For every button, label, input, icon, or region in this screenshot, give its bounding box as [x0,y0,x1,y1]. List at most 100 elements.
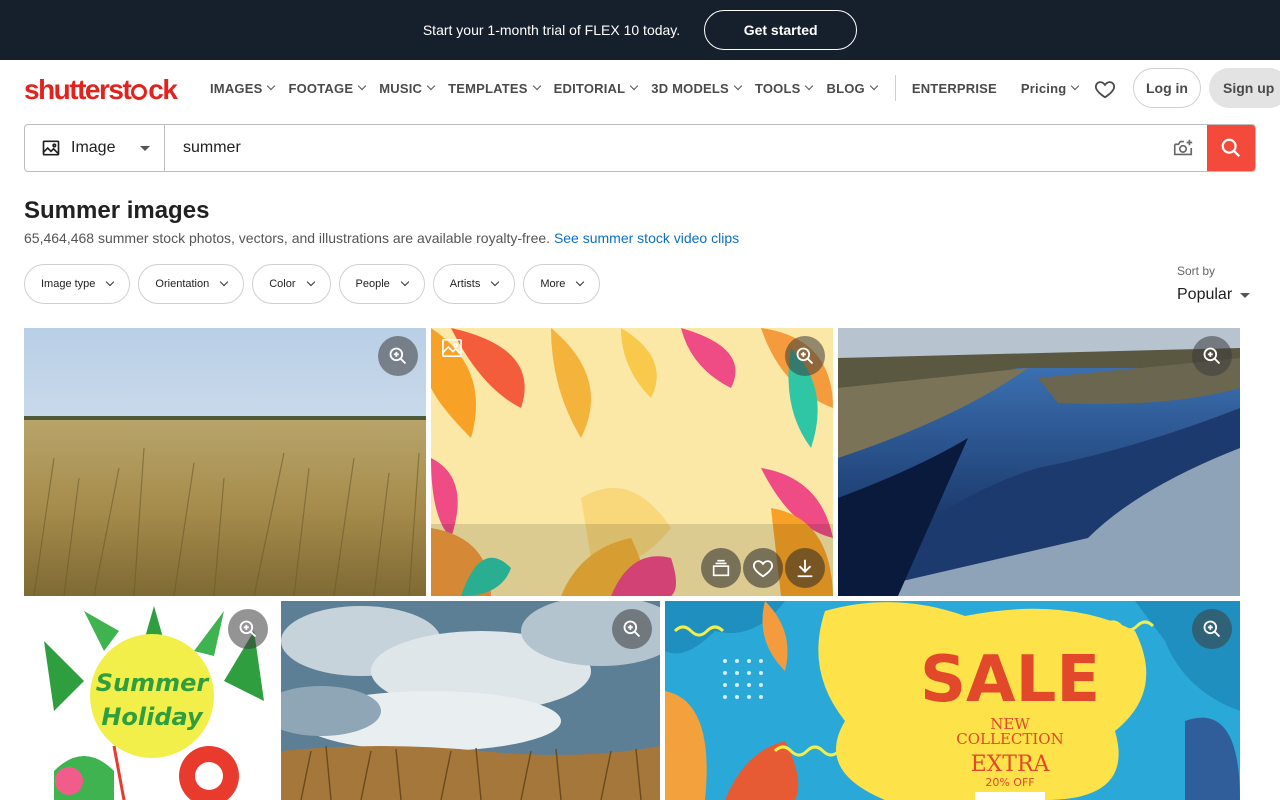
zoom-in-icon [239,620,257,638]
nav-editorial[interactable]: EDITORIAL [553,80,639,96]
filter-label: Image type [41,278,96,290]
login-button[interactable]: Log in [1133,68,1201,108]
svg-text:Holiday: Holiday [101,703,204,731]
search-type-dropdown[interactable]: Image [25,125,165,171]
image-result[interactable] [24,328,426,596]
nav-label: 3D MODELS [651,80,729,96]
chevron-down-icon [106,277,115,287]
download-button[interactable] [785,548,825,588]
shutterstock-logo[interactable]: shutterst ck [24,74,178,106]
image-result[interactable]: Summer Holiday [24,601,276,800]
favorites-heart-icon[interactable] [1094,78,1116,100]
nav-footage[interactable]: FOOTAGE [288,80,367,96]
nav-music[interactable]: MUSIC [379,80,436,96]
nav-label: FOOTAGE [288,80,354,96]
image-result[interactable] [431,328,833,596]
download-icon [797,559,813,578]
filter-more[interactable]: More [523,264,601,304]
chevron-down-icon [532,81,541,91]
search-button[interactable] [1207,125,1255,171]
filter-label: More [540,278,566,290]
zoom-button[interactable] [1192,609,1232,649]
search-icon [1221,138,1241,158]
chevron-down-icon [267,81,276,91]
image-result[interactable]: SALE NEW COLLECTION EXTRA 20% OFF [665,601,1240,800]
get-started-button[interactable]: Get started [704,10,858,50]
summer-sale-banner-illustration: SALE NEW COLLECTION EXTRA 20% OFF [665,601,1240,800]
chevron-down-icon [306,277,315,287]
cloudy-wheat-photo [281,601,660,800]
signup-button[interactable]: Sign up [1209,68,1280,108]
nav-enterprise[interactable]: ENTERPRISE [912,81,997,96]
search-input[interactable] [165,125,1159,171]
nav-3d-models[interactable]: 3D MODELS [651,80,743,96]
nav-templates[interactable]: TEMPLATES [448,80,541,96]
results-summary: 65,464,468 summer stock photos, vectors,… [24,230,739,246]
save-favorite-button[interactable] [743,548,783,588]
filter-artists[interactable]: Artists [432,264,516,304]
wheat-field-photo [24,328,426,596]
sort-value: Popular [1177,286,1233,303]
chevron-down-icon [805,81,814,91]
filter-people[interactable]: People [338,264,425,304]
chevron-down-icon [400,277,410,287]
caret-down-icon [1240,292,1251,298]
nav-label: BLOG [826,80,865,96]
visual-search-camera-icon[interactable] [1159,125,1207,171]
nav-label: IMAGES [210,80,263,96]
zoom-in-icon [1203,347,1221,365]
filter-label: Orientation [155,278,210,290]
sort-dropdown[interactable]: Popular [1177,286,1251,304]
zoom-button[interactable] [612,609,652,649]
svg-text:COLLECTION: COLLECTION [956,730,1063,748]
results-count-text: 65,464,468 summer stock photos, vectors,… [24,230,551,246]
zoom-button[interactable] [378,336,418,376]
main-nav: shutterst ck IMAGES FOOTAGE MUSIC TEMPLAT… [0,60,1280,116]
image-result[interactable] [281,601,660,800]
page-title: Summer images [24,197,210,224]
nav-label: TOOLS [754,80,801,96]
zoom-button[interactable] [785,336,825,376]
image-type-icon [441,338,463,363]
filter-bar: Image type Orientation Color People Arti… [24,264,601,304]
zoom-button[interactable] [228,609,268,649]
image-result[interactable] [838,328,1240,596]
nav-tools[interactable]: TOOLS [754,80,814,96]
svg-text:20% OFF: 20% OFF [985,776,1034,789]
nav-images[interactable]: IMAGES [210,80,276,96]
nav-pricing[interactable]: Pricing [1020,80,1080,96]
nav-label: Pricing [1020,80,1067,96]
filter-image-type[interactable]: Image type [24,264,131,304]
chevron-down-icon [733,81,743,91]
stack-icon [712,559,730,577]
heart-icon [752,560,774,578]
nav-label: EDITORIAL [553,80,626,96]
zoom-button[interactable] [1192,336,1232,376]
caret-down-icon [140,146,150,151]
similar-images-button[interactable] [701,548,741,588]
zoom-in-icon [623,620,641,638]
nav-label: TEMPLATES [448,80,528,96]
video-clips-link[interactable]: See summer stock video clips [554,230,739,246]
search-type-label: Image [71,139,116,156]
chevron-down-icon [426,81,436,91]
nav-blog[interactable]: BLOG [826,80,879,96]
chevron-down-icon [869,81,879,91]
filter-label: People [355,278,390,290]
svg-text:EXTRA: EXTRA [971,752,1051,777]
promo-text: Start your 1-month trial of FLEX 10 toda… [422,22,681,38]
chevron-down-icon [219,277,229,287]
zoom-in-icon [1203,620,1221,638]
summer-holiday-logo-text: Summer [96,669,211,697]
filter-orientation[interactable]: Orientation [138,264,245,304]
promo-banner: Start your 1-month trial of FLEX 10 toda… [0,0,1280,60]
nav-label: MUSIC [379,80,423,96]
filter-label: Color [269,278,296,290]
sort-label: Sort by [1177,264,1216,278]
search-bar: Image [24,124,1256,172]
chevron-down-icon [491,277,500,287]
sale-logo-text: SALE [920,643,1100,717]
filter-color[interactable]: Color [252,264,331,304]
chevron-down-icon [1071,81,1080,91]
nav-divider [894,75,896,101]
